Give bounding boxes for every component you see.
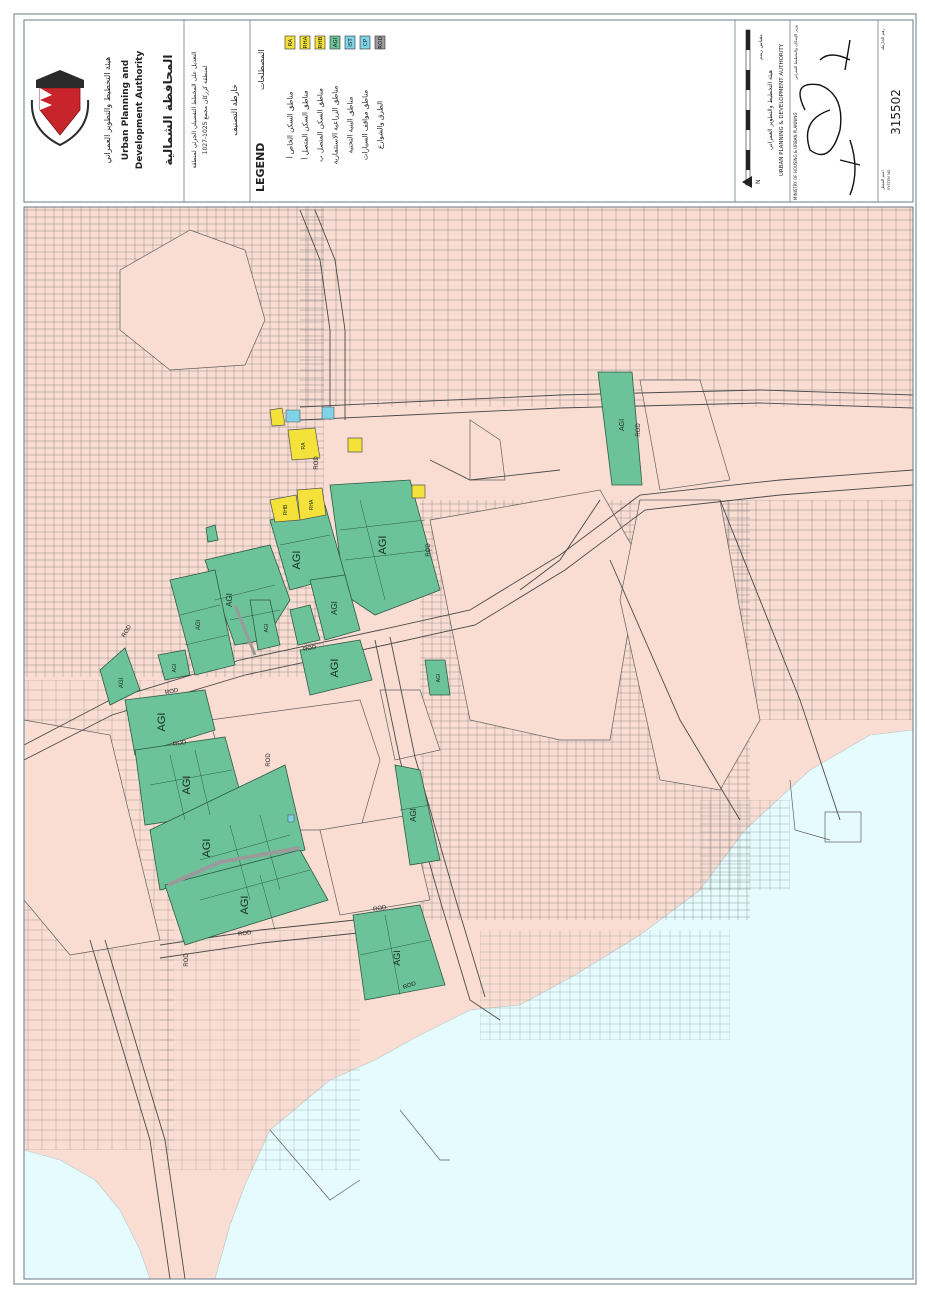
legend-code-rha: RHA (303, 36, 309, 48)
legend-label-rha: مناطق السكن المتصل أ (301, 90, 310, 159)
legend-code-ra: RA (288, 39, 294, 47)
cp-zone (321, 406, 335, 420)
legend-code-agi: AGI (333, 37, 339, 47)
zone-label-agi: AGI (201, 839, 213, 858)
legend-code-rod: ROD (378, 36, 384, 48)
amendment-line1: التعديل على المخطط التفصيلي الجزئي لمنطق… (191, 51, 198, 168)
governorate-title: المحافظة الشمالية (161, 55, 175, 166)
zone-label-agi: AGI (119, 678, 125, 689)
authority-name-line1: Urban Planning and (121, 60, 131, 160)
system-label: SYSTEM NO. (887, 169, 891, 190)
zone-label-agi: AGI (181, 776, 193, 795)
road-label: ROD (184, 953, 190, 967)
zone-label-agi: AGI (156, 713, 168, 732)
legend-label-cp: مناطق مواقف السيارات (362, 90, 370, 160)
authority-arabic-name: هيئة التخطيط والتطوير العمراني (103, 57, 112, 164)
zone-label-agi: AGI (329, 659, 341, 678)
map-number: 315502 (889, 89, 903, 135)
road-label: ROD (266, 753, 272, 767)
road-label: ROD (426, 543, 432, 557)
zone-label-agi: AGI (409, 808, 418, 822)
legend-code-ist: IST (348, 38, 354, 47)
map-number-label: رقم الخارطة (880, 29, 885, 50)
legend-label-agi: مناطق الزراعية الاستثمارية (332, 86, 340, 165)
footer-arabic: هيئة التخطيط والتطوير العمراني (767, 70, 774, 150)
zone-label-agi: AGI (239, 896, 251, 915)
zone-label-agi: AGI (619, 419, 626, 431)
legend-title-arabic: المصطلحات (257, 49, 266, 90)
title-block: هيئة التخطيط والتطوير العمراني Urban Pla… (23, 19, 914, 203)
map-subtitle: خارطة التصنيف (230, 84, 239, 136)
ra-zone (269, 407, 286, 427)
legend-label-ra: مناطق السكن الخاص أ (286, 91, 295, 158)
zone-label-agi: AGI (291, 551, 303, 570)
north-label: N (755, 180, 762, 185)
zoning-map: AGI AGI AGI AGI AGI AGI AGI AGI AGI AGI … (24, 207, 913, 1279)
footer-english: URBAN PLANNING & DEVELOPMENT AUTHORITY (779, 43, 785, 176)
zone-label-agi: AGI (377, 536, 389, 555)
road-label: ROD (636, 423, 642, 437)
legend-code-cp: CP (363, 38, 369, 46)
zone-label-agi: AGI (392, 950, 402, 966)
zone-label-agi: AGI (196, 620, 202, 631)
ra-zone (347, 437, 363, 453)
legend-label-rhb: مناطق السكن المتصل ب (317, 88, 325, 162)
zone-label-agi: AGI (330, 601, 339, 615)
ministry-label: MINISTRY OF HOUSING & URBAN PLANNING (793, 113, 798, 200)
amendment-line2: لمنطقة كرزكان مجمع 1025-1027 (202, 66, 209, 155)
zone-label-ra: RA (301, 442, 307, 450)
zone-label-rhb: RHB (283, 504, 289, 515)
zone-label-agi: AGI (172, 664, 178, 673)
ra-zone (411, 484, 426, 499)
legend-label-rod: الطرق والشوارع (377, 101, 385, 149)
zone-label-agi: AGI (225, 593, 234, 607)
zone-label-agi: AGI (264, 624, 270, 633)
legend-code-rhb: RHB (318, 36, 324, 48)
signature-label: اسم الممثل (880, 170, 885, 190)
scale-label: مقياس رسم (758, 34, 764, 60)
cp-zone (287, 814, 295, 823)
ist-zone (285, 409, 301, 423)
legend-label-ist: مناطق البنية التحتية (347, 96, 355, 153)
zone-label-rha: RHA (309, 499, 315, 510)
zoning-map-sheet: AGI AGI AGI AGI AGI AGI AGI AGI AGI AGI … (13, 13, 917, 1285)
authority-name-line2: Development Authority (135, 51, 145, 170)
legend-title: LEGEND (254, 143, 267, 192)
road-label: ROD (314, 456, 320, 470)
zone-label-agi: AGI (436, 674, 442, 683)
